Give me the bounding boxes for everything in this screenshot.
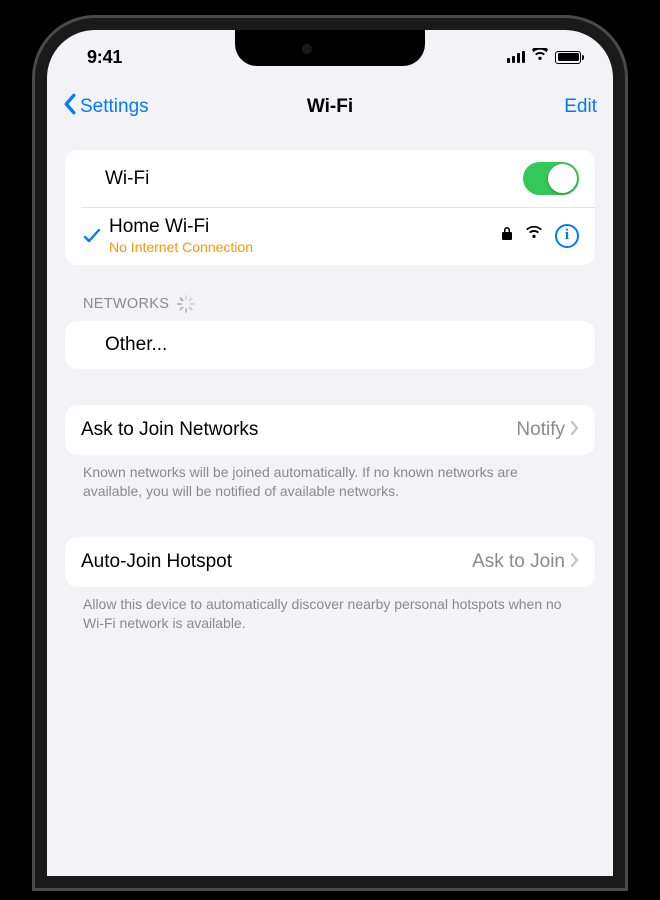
auto-hotspot-card: Auto-Join Hotspot Ask to Join bbox=[65, 537, 595, 587]
chevron-right-icon bbox=[571, 419, 579, 441]
wifi-toggle-row: Wi-Fi bbox=[65, 150, 595, 207]
networks-section-header: NETWORKS bbox=[65, 265, 595, 321]
wifi-toggle-label: Wi-Fi bbox=[81, 168, 523, 190]
other-network-row[interactable]: Other... bbox=[65, 321, 595, 369]
connected-network-row[interactable]: Home Wi-Fi No Internet Connection i bbox=[81, 207, 595, 265]
notch bbox=[235, 30, 425, 66]
ask-join-footer: Known networks will be joined automatica… bbox=[65, 455, 595, 501]
spinner-icon bbox=[177, 295, 195, 313]
info-icon[interactable]: i bbox=[555, 224, 579, 248]
network-icons: i bbox=[501, 224, 579, 248]
ask-join-label: Ask to Join Networks bbox=[81, 419, 258, 441]
wifi-card: Wi-Fi Home Wi-Fi No Internet Connection bbox=[65, 150, 595, 265]
cellular-signal-icon bbox=[507, 51, 525, 63]
chevron-left-icon bbox=[63, 93, 76, 121]
page-title: Wi-Fi bbox=[307, 96, 353, 118]
lock-icon bbox=[501, 226, 513, 246]
network-status: No Internet Connection bbox=[109, 239, 501, 255]
auto-hotspot-footer: Allow this device to automatically disco… bbox=[65, 587, 595, 633]
auto-hotspot-label: Auto-Join Hotspot bbox=[81, 551, 232, 573]
networks-header-label: NETWORKS bbox=[83, 296, 169, 312]
network-text: Home Wi-Fi No Internet Connection bbox=[109, 216, 501, 255]
chevron-right-icon bbox=[571, 551, 579, 573]
back-button[interactable]: Settings bbox=[63, 93, 149, 121]
wifi-signal-icon bbox=[525, 226, 543, 245]
wifi-toggle-switch[interactable] bbox=[523, 162, 579, 195]
auto-hotspot-value: Ask to Join bbox=[472, 551, 565, 573]
checkmark-icon bbox=[81, 227, 103, 245]
edit-button[interactable]: Edit bbox=[564, 96, 597, 118]
battery-icon bbox=[555, 51, 581, 64]
networks-card: Other... bbox=[65, 321, 595, 369]
wifi-status-icon bbox=[531, 48, 549, 67]
navigation-bar: Settings Wi-Fi Edit bbox=[47, 84, 613, 130]
ask-join-row[interactable]: Ask to Join Networks Notify bbox=[65, 405, 595, 455]
phone-frame: 9:41 Settings Wi-Fi Edit Wi-Fi bbox=[35, 18, 625, 888]
auto-hotspot-row[interactable]: Auto-Join Hotspot Ask to Join bbox=[65, 537, 595, 587]
network-name: Home Wi-Fi bbox=[109, 216, 501, 238]
status-time: 9:41 bbox=[87, 47, 122, 68]
ask-join-card: Ask to Join Networks Notify bbox=[65, 405, 595, 455]
back-label: Settings bbox=[80, 96, 149, 118]
status-icons bbox=[507, 48, 581, 67]
ask-join-value: Notify bbox=[516, 419, 565, 441]
